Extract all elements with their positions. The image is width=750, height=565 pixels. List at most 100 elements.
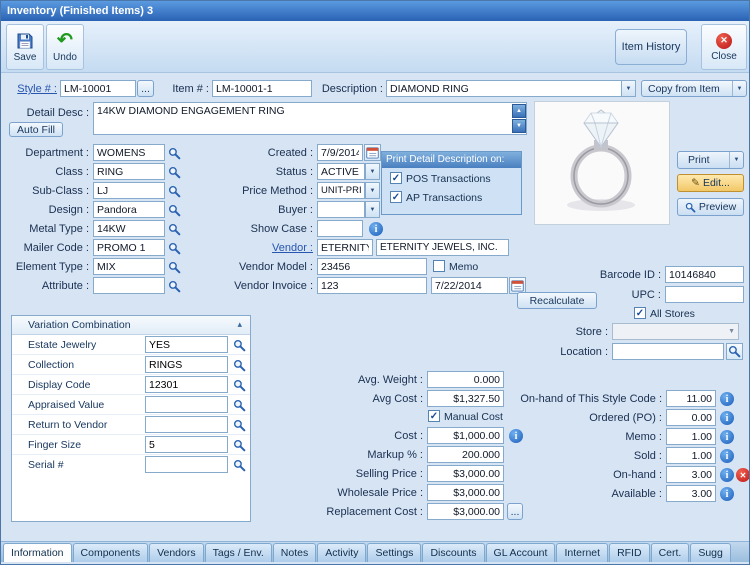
appraised-value-lookup-button[interactable] [231, 397, 247, 413]
available-info-icon[interactable]: i [720, 487, 734, 501]
tab-cert[interactable]: Cert. [650, 543, 690, 562]
buyer-dropdown-button[interactable]: ▼ [365, 201, 380, 218]
preview-button[interactable]: Preview [677, 198, 744, 216]
tab-tags-env[interactable]: Tags / Env. [204, 543, 272, 562]
copy-from-item-dropdown[interactable]: ▼ [732, 81, 746, 96]
metal-type-input[interactable] [93, 220, 165, 237]
collapse-icon[interactable]: ▴ [237, 319, 242, 330]
item-history-button[interactable]: Item History [615, 29, 687, 65]
location-lookup-button[interactable] [726, 343, 743, 360]
detail-scroll-down-button[interactable]: ▼ [512, 119, 526, 133]
sold-input[interactable] [666, 447, 716, 464]
vendor-link[interactable]: Vendor : [201, 242, 313, 254]
auto-fill-button[interactable]: Auto Fill [9, 122, 63, 137]
detail-scroll-up-button[interactable]: ▲ [512, 104, 526, 118]
tab-internet[interactable]: Internet [556, 543, 609, 562]
store-dropdown[interactable]: ▼ [612, 323, 739, 340]
attribute-input[interactable] [93, 277, 165, 294]
class-input[interactable] [93, 163, 165, 180]
manual-cost-checkbox[interactable]: ✓ [428, 410, 440, 422]
vendor-input[interactable] [317, 239, 373, 256]
tab-notes[interactable]: Notes [272, 543, 317, 562]
return-to-vendor-lookup-button[interactable] [231, 417, 247, 433]
tab-information[interactable]: Information [3, 543, 72, 562]
barcode-id-input[interactable] [665, 266, 744, 283]
ordered-po-info-icon[interactable]: i [720, 411, 734, 425]
finger-size-lookup-button[interactable] [231, 437, 247, 453]
serial-number-lookup-button[interactable] [231, 457, 247, 473]
serial-number-input[interactable] [145, 456, 228, 473]
show-case-input[interactable] [317, 220, 363, 237]
onhand-style-info-icon[interactable]: i [720, 392, 734, 406]
show-case-info-icon[interactable]: i [369, 222, 383, 236]
replacement-cost-more-button[interactable]: ... [507, 503, 523, 520]
status-dropdown-button[interactable]: ▼ [365, 163, 380, 180]
subclass-lookup-button[interactable] [166, 183, 182, 199]
available-input[interactable] [666, 485, 716, 502]
created-calendar-button[interactable] [364, 144, 381, 161]
finger-size-input[interactable] [145, 436, 228, 453]
style-number-link[interactable]: Style # : [3, 83, 57, 95]
memo-qty-info-icon[interactable]: i [720, 430, 734, 444]
description-dropdown-button[interactable]: ▼ [621, 80, 636, 97]
pos-transactions-checkbox[interactable]: ✓ [390, 172, 402, 184]
tab-discounts[interactable]: Discounts [422, 543, 485, 562]
undo-button[interactable]: ↶ Undo [46, 24, 84, 70]
close-button[interactable]: ✕ Close [701, 24, 747, 70]
style-lookup-more-button[interactable]: ... [137, 80, 154, 97]
price-method-dropdown-button[interactable]: ▼ [365, 182, 380, 199]
estate-jewelry-input[interactable] [145, 336, 228, 353]
save-button[interactable]: Save [6, 24, 44, 70]
ordered-po-input[interactable] [666, 409, 716, 426]
sold-info-icon[interactable]: i [720, 449, 734, 463]
item-number-input[interactable] [212, 80, 312, 97]
tab-activity[interactable]: Activity [317, 543, 367, 562]
price-method-input[interactable] [317, 182, 365, 199]
metal-type-lookup-button[interactable] [166, 221, 182, 237]
attribute-lookup-button[interactable] [166, 278, 182, 294]
all-stores-checkbox[interactable]: ✓ [634, 307, 646, 319]
replacement-cost-input[interactable] [427, 503, 504, 520]
detail-desc-textarea[interactable]: 14KW DIAMOND ENGAGEMENT RING [93, 102, 527, 135]
onhand-info-icon[interactable]: i [720, 468, 734, 482]
onhand-style-input[interactable] [666, 390, 716, 407]
upc-input[interactable] [665, 286, 744, 303]
tab-rfid[interactable]: RFID [609, 543, 650, 562]
tab-gl-account[interactable]: GL Account [485, 543, 556, 562]
description-input[interactable] [386, 80, 622, 97]
design-input[interactable] [93, 201, 165, 218]
edit-button[interactable]: ✎ Edit... [677, 174, 744, 192]
vendor-model-input[interactable] [317, 258, 427, 275]
avg-weight-input[interactable] [427, 371, 504, 388]
style-number-input[interactable] [60, 80, 136, 97]
status-input[interactable] [317, 163, 365, 180]
vendor-invoice-input[interactable] [317, 277, 427, 294]
return-to-vendor-input[interactable] [145, 416, 228, 433]
mailer-code-input[interactable] [93, 239, 165, 256]
department-input[interactable] [93, 144, 165, 161]
tab-settings[interactable]: Settings [367, 543, 422, 562]
class-lookup-button[interactable] [166, 164, 182, 180]
tab-components[interactable]: Components [72, 543, 149, 562]
appraised-value-input[interactable] [145, 396, 228, 413]
memo-checkbox[interactable] [433, 260, 445, 272]
created-input[interactable] [317, 144, 363, 161]
onhand-alert-icon[interactable]: ✕ [736, 468, 749, 482]
department-lookup-button[interactable] [166, 145, 182, 161]
mailer-code-lookup-button[interactable] [166, 240, 182, 256]
memo-qty-input[interactable] [666, 428, 716, 445]
location-input[interactable] [612, 343, 724, 360]
display-code-lookup-button[interactable] [231, 377, 247, 393]
copy-from-item-button[interactable]: Copy from Item ▼ [641, 80, 747, 97]
collection-lookup-button[interactable] [231, 357, 247, 373]
ap-transactions-checkbox[interactable]: ✓ [390, 191, 402, 203]
print-dropdown[interactable]: ▼ [729, 152, 743, 168]
collection-input[interactable] [145, 356, 228, 373]
tab-vendors[interactable]: Vendors [149, 543, 204, 562]
invoice-date-input[interactable] [431, 277, 508, 294]
estate-jewelry-lookup-button[interactable] [231, 337, 247, 353]
display-code-input[interactable] [145, 376, 228, 393]
buyer-input[interactable] [317, 201, 365, 218]
print-button[interactable]: Print ▼ [677, 151, 744, 169]
tab-suggestions[interactable]: Sugg [690, 543, 731, 562]
